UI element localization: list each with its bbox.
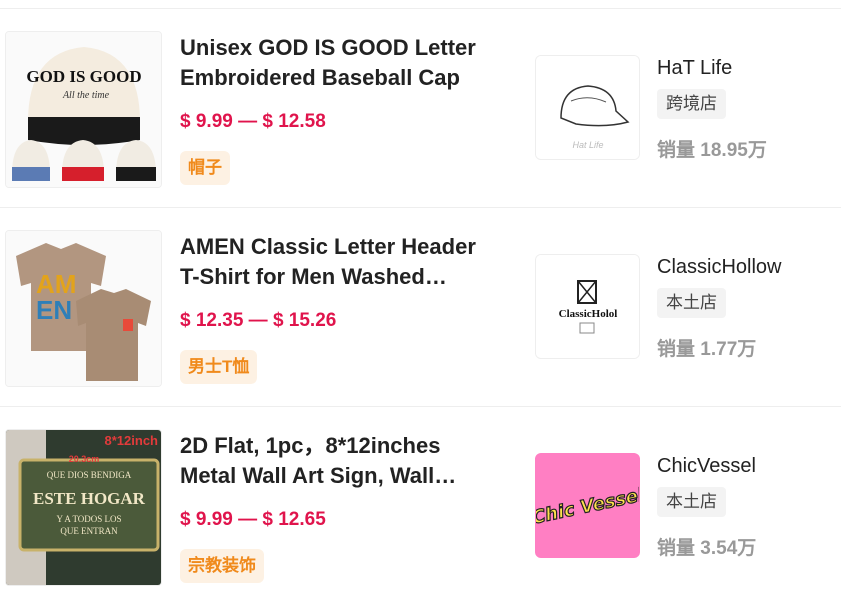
product-row[interactable]: GOD IS GOOD All the time Unisex GOD IS G…: [0, 9, 841, 208]
product-image-tshirt[interactable]: AM EN: [5, 230, 162, 387]
product-image-cap[interactable]: GOD IS GOOD All the time: [5, 31, 162, 188]
metal-sign-illustration: 8*12inch 20.3cm QUE DIOS BENDIGA ESTE HO…: [6, 430, 161, 585]
product-price: $ 9.99 — $ 12.58: [180, 111, 326, 132]
product-title[interactable]: Unisex GOD IS GOOD Letter Embroidered Ba…: [180, 33, 500, 93]
sign-size-label: 8*12inch: [105, 433, 159, 448]
shop-name[interactable]: ChicVessel: [657, 455, 756, 478]
category-tag[interactable]: 帽子: [180, 151, 230, 185]
classic-hollow-logo: ClassicHolol: [536, 255, 639, 358]
product-list: GOD IS GOOD All the time Unisex GOD IS G…: [0, 0, 841, 601]
shop-type-badge: 跨境店: [657, 89, 726, 119]
sales-count: 销量 3.54万: [657, 538, 757, 559]
product-price: $ 12.35 — $ 15.26: [180, 310, 337, 331]
product-title[interactable]: 2D Flat, 1pc，8*12inches Metal Wall Art S…: [180, 431, 500, 491]
cap-script-text: All the time: [62, 90, 110, 101]
sign-line2: ESTE HOGAR: [33, 489, 146, 508]
shop-logo[interactable]: Hat Life: [535, 55, 640, 160]
product-price: $ 9.99 — $ 12.65: [180, 509, 326, 530]
product-image-sign[interactable]: 8*12inch 20.3cm QUE DIOS BENDIGA ESTE HO…: [5, 429, 162, 586]
shop-name[interactable]: HaT Life: [657, 57, 732, 80]
category-tag[interactable]: 宗教装饰: [180, 549, 264, 583]
product-row[interactable]: 8*12inch 20.3cm QUE DIOS BENDIGA ESTE HO…: [0, 407, 841, 601]
category-tag[interactable]: 男士T恤: [180, 350, 258, 384]
sign-line4: QUE ENTRAN: [60, 526, 118, 536]
chic-vessel-logo: Chic Vessel: [536, 454, 639, 557]
shop-logo-text: Hat Life: [572, 140, 603, 150]
sign-dims-label: 20.3cm: [69, 454, 100, 464]
sales-count: 销量 1.77万: [657, 339, 757, 360]
shop-name[interactable]: ClassicHollow: [657, 256, 781, 279]
shop-logo[interactable]: Chic Vessel: [535, 453, 640, 558]
cap-print-text: GOD IS GOOD: [26, 67, 141, 86]
shop-logo-text: ClassicHolol: [559, 308, 618, 320]
cap-illustration: GOD IS GOOD All the time: [6, 32, 161, 187]
sign-line3: Y A TODOS LOS: [56, 514, 121, 524]
shirt-print-bottom: EN: [36, 295, 72, 325]
sales-count: 销量 18.95万: [657, 140, 767, 161]
shop-type-badge: 本土店: [657, 487, 726, 517]
product-title[interactable]: AMEN Classic Letter Header T-Shirt for M…: [180, 232, 500, 292]
shop-type-badge: 本土店: [657, 288, 726, 318]
tshirt-illustration: AM EN: [6, 231, 161, 386]
cap-sketch-logo: Hat Life: [536, 56, 639, 159]
product-row[interactable]: AM EN AMEN Classic Letter Header T-Shirt…: [0, 208, 841, 407]
sign-line1: QUE DIOS BENDIGA: [47, 470, 132, 480]
shop-logo[interactable]: ClassicHolol: [535, 254, 640, 359]
